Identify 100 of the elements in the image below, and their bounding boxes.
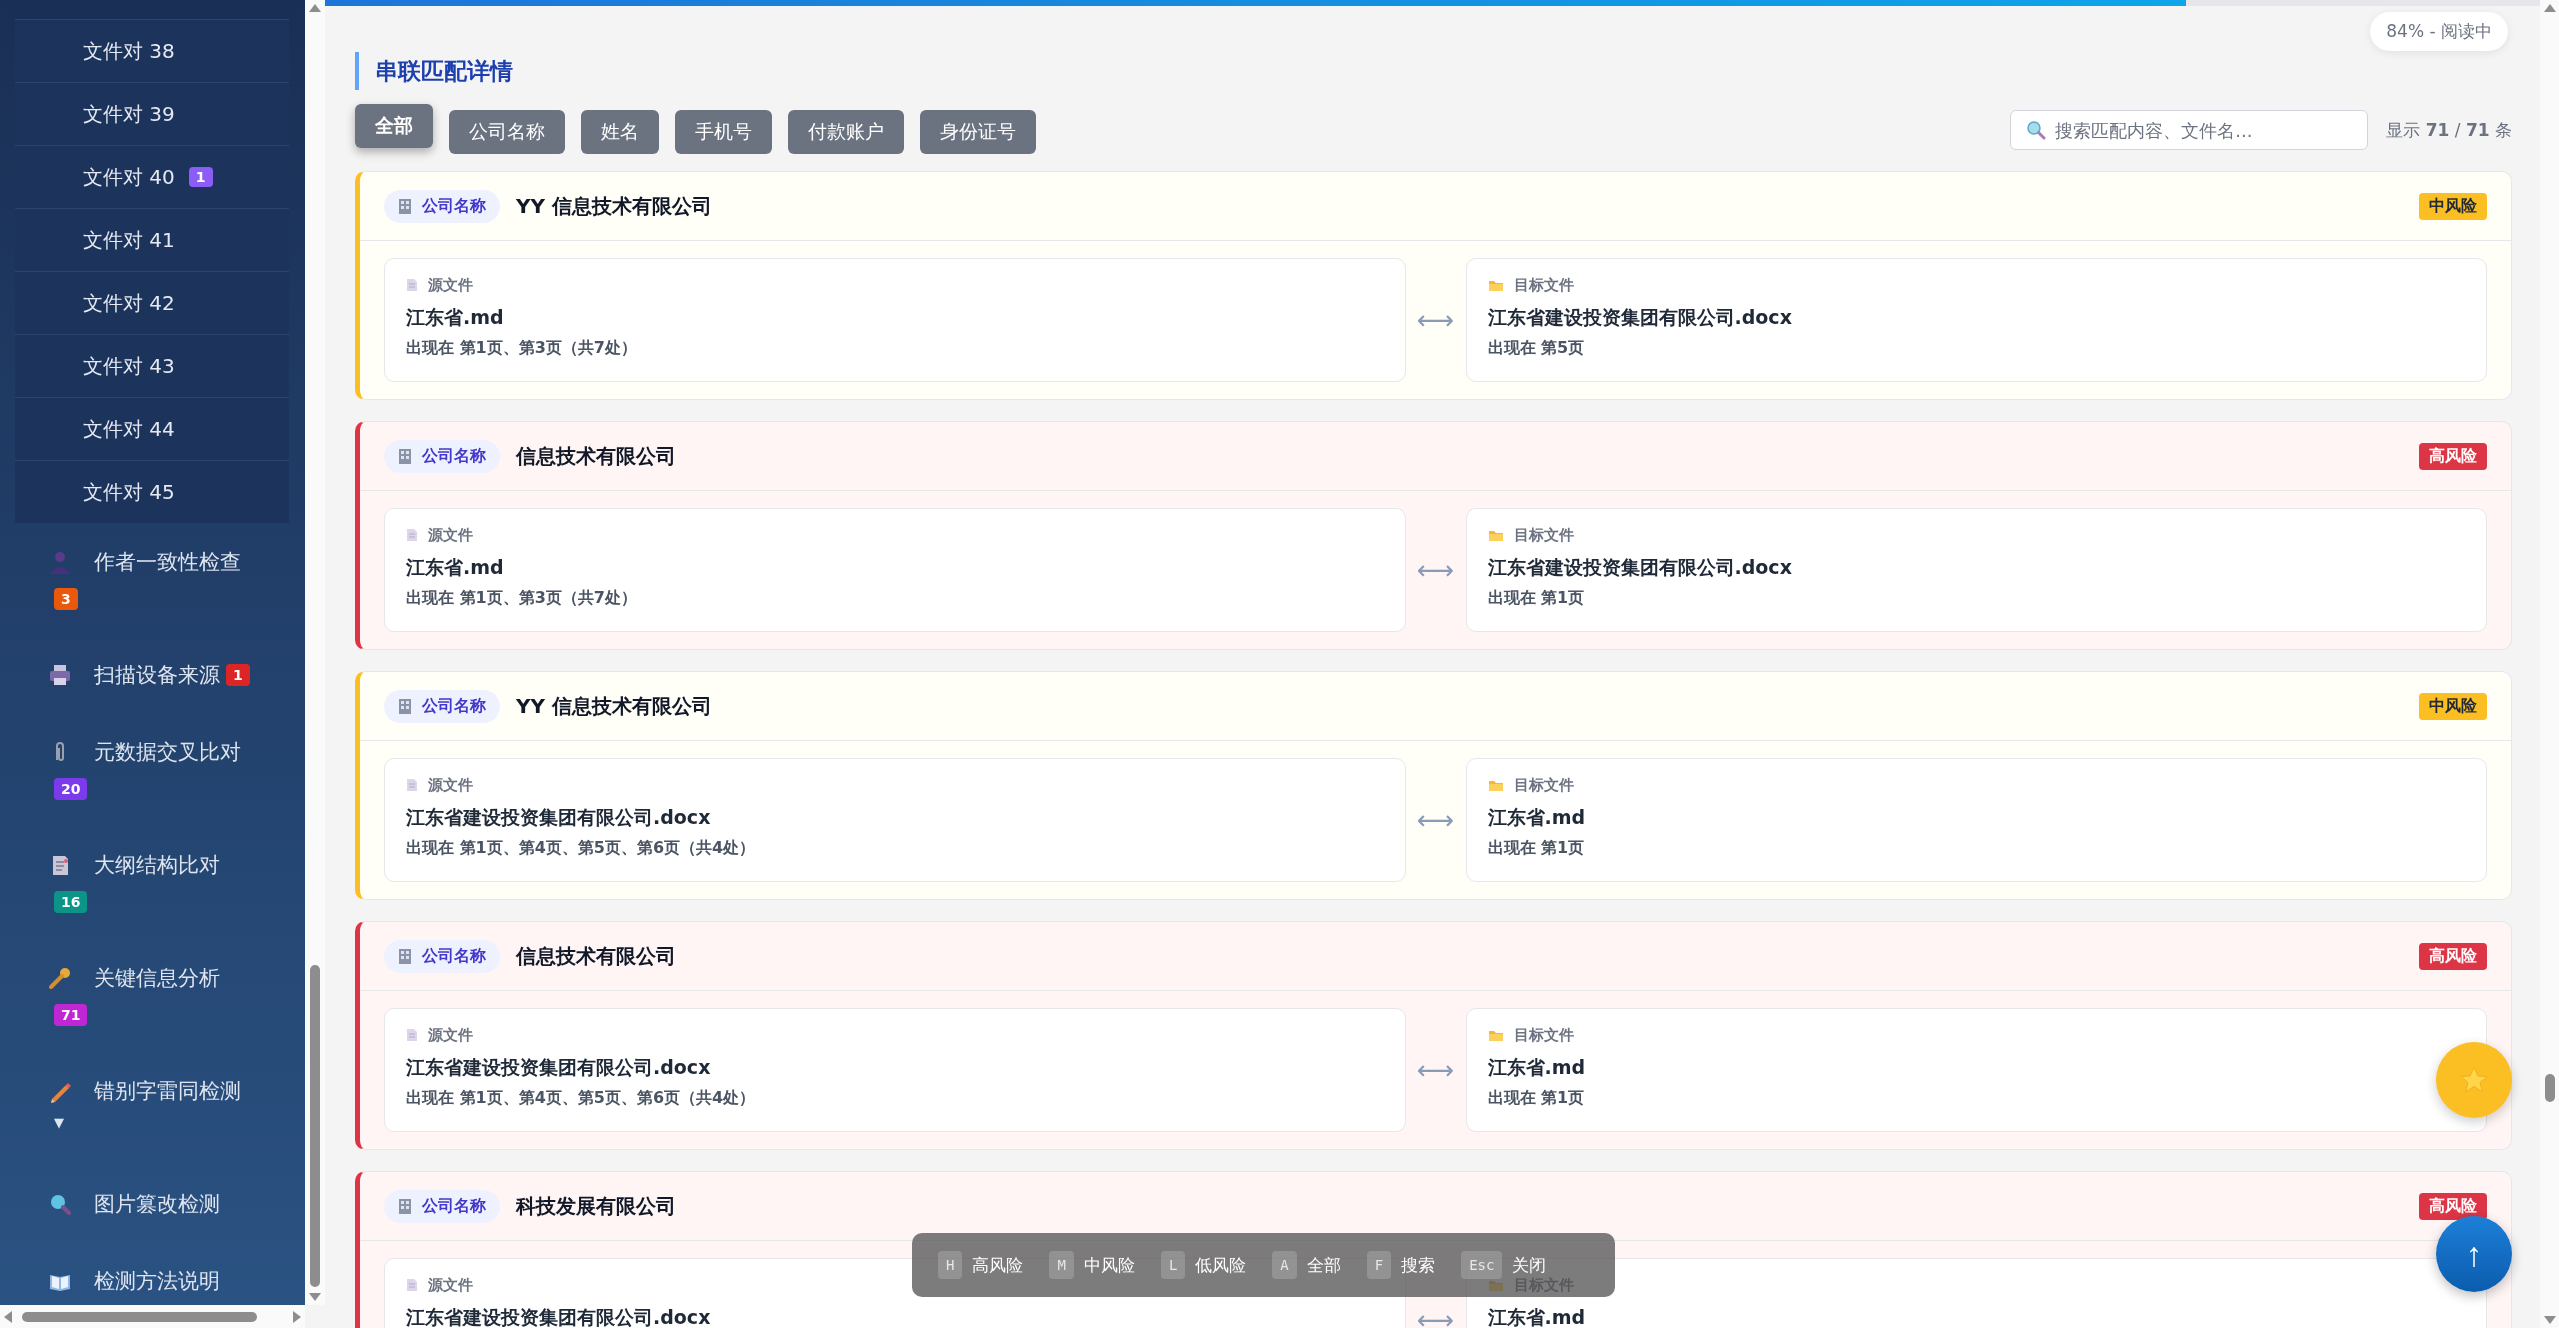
nav-item[interactable]: 元数据交叉比对 20 — [48, 713, 255, 826]
key-icon — [48, 966, 72, 990]
item-label: 关键信息分析 — [94, 966, 220, 990]
folder-icon — [1487, 278, 1504, 292]
item-label: 图片篡改检测 — [94, 1192, 220, 1216]
item-label: 文件对 45 — [83, 478, 175, 506]
item-label: 文件对 44 — [83, 415, 175, 443]
printer-icon — [48, 663, 72, 687]
count-badge: 3 — [54, 588, 78, 610]
key-cap: F — [1366, 1251, 1392, 1279]
count-badge: 1 — [226, 664, 250, 686]
building-icon — [398, 948, 412, 964]
nav-item[interactable]: 图片篡改检测 — [48, 1165, 255, 1242]
file-name: 江东省建设投资集团有限公司.docx — [406, 1305, 712, 1328]
occurrence-text: 出现在 第1页、第3页（共7处） — [406, 587, 638, 609]
nav-item[interactable]: 作者一致性检查 3 — [48, 523, 255, 636]
item-label: 作者一致性检查 — [94, 550, 241, 574]
file-role-label: 源文件 — [428, 525, 473, 545]
file-name: 江东省建设投资集团有限公司.docx — [1487, 555, 1793, 580]
shortcut-label: 全部 — [1306, 1253, 1341, 1277]
section-title: 串联匹配详情 — [355, 52, 2512, 90]
risk-badge: 高风险 — [2419, 442, 2487, 470]
item-label: 检测方法说明 — [94, 1269, 220, 1293]
tag-label: 公司名称 — [422, 695, 486, 717]
filter-tab[interactable]: 手机号 — [675, 110, 772, 154]
nav-item[interactable]: 检测方法说明 — [48, 1242, 255, 1305]
folder-icon — [1487, 1028, 1504, 1042]
count-badge: 71 — [54, 1004, 88, 1026]
match-value: 信息技术有限公司 — [516, 942, 676, 970]
tag-label: 公司名称 — [422, 195, 486, 217]
person-icon — [48, 550, 72, 574]
match-value: YY 信息技术有限公司 — [516, 192, 712, 220]
item-label: 文件对 41 — [83, 226, 175, 254]
file-role-label: 源文件 — [428, 775, 473, 795]
item-label: 文件对 40 — [83, 163, 175, 191]
sidebar-item[interactable]: 文件对 45 — [15, 461, 289, 523]
key-cap: A — [1272, 1251, 1297, 1279]
file-role-label: 目标文件 — [1513, 775, 1574, 795]
count-badge: 16 — [54, 891, 88, 913]
file-name: 江东省.md — [1487, 1305, 1587, 1328]
file-icon — [406, 278, 418, 292]
file-name: 江东省.md — [1487, 1055, 1587, 1080]
file-role-label: 目标文件 — [1513, 525, 1574, 545]
nav-item[interactable]: 大纲结构比对 16 — [48, 826, 255, 939]
scrollbar[interactable] — [2540, 0, 2559, 1328]
result-count: 显示 71 / 71 条 — [2386, 118, 2512, 142]
sidebar-item[interactable]: 文件对 43 — [15, 335, 289, 398]
sidebar-item[interactable]: 文件对 38 — [15, 20, 289, 83]
item-label: 错别字雷同检测 — [94, 1079, 241, 1103]
link-arrow: ⟷ — [1415, 555, 1456, 585]
nav-item[interactable]: 错别字雷同检测 ▼ — [48, 1052, 255, 1165]
file-role-label: 源文件 — [428, 275, 473, 295]
item-label: 元数据交叉比对 — [94, 740, 241, 764]
nav-item[interactable]: 关键信息分析 71 — [48, 939, 255, 1052]
filter-tab[interactable]: 全部 — [355, 104, 433, 148]
sidebar-item[interactable]: 文件对 44 — [15, 398, 289, 461]
occurrence-text: 出现在 第1页、第3页（共7处） — [406, 337, 638, 359]
sidebar-item[interactable]: 文件对 39 — [15, 83, 289, 146]
file-name: 江东省.md — [406, 555, 505, 580]
risk-badge: 高风险 — [2419, 1192, 2487, 1220]
file-name: 江东省.md — [1487, 805, 1587, 830]
magnifier-icon — [48, 1192, 72, 1216]
item-label: 扫描设备来源 — [94, 663, 220, 687]
sidebar-item[interactable]: 文件对 42 — [15, 272, 289, 335]
filter-tab[interactable]: 付款账户 — [788, 110, 904, 154]
star-icon — [2459, 1065, 2489, 1095]
link-arrow: ⟷ — [1415, 1055, 1456, 1085]
filter-tab[interactable]: 公司名称 — [449, 110, 565, 154]
tag-label: 公司名称 — [422, 945, 486, 967]
match-value: YY 信息技术有限公司 — [516, 692, 712, 720]
scrollbar[interactable] — [0, 1305, 305, 1328]
occurrence-text: 出现在 第1页 — [1487, 1087, 1586, 1109]
file-icon — [406, 1278, 418, 1292]
occurrence-text: 出现在 第1页、第4页、第5页、第6页（共4处） — [406, 1087, 757, 1109]
link-arrow: ⟷ — [1415, 1305, 1456, 1328]
item-label: 文件对 38 — [83, 37, 175, 65]
building-icon — [398, 1198, 412, 1214]
nav-item[interactable]: 扫描设备来源 1 — [48, 636, 255, 713]
key-cap: H — [938, 1251, 963, 1279]
occurrence-text: 出现在 第5页 — [1487, 337, 1586, 359]
file-name: 江东省建设投资集团有限公司.docx — [406, 805, 712, 830]
file-role-label: 目标文件 — [1513, 275, 1574, 295]
scrollbar[interactable] — [305, 0, 325, 1305]
building-icon — [398, 198, 412, 214]
occurrence-text: 出现在 第1页 — [1487, 587, 1586, 609]
file-icon — [406, 1028, 418, 1042]
match-value: 科技发展有限公司 — [516, 1192, 676, 1220]
filter-tab[interactable]: 姓名 — [581, 110, 659, 154]
occurrence-text: 出现在 第1页 — [1487, 837, 1586, 859]
caret-icon: ▼ — [54, 1115, 64, 1130]
shortcut-label: 低风险 — [1195, 1253, 1247, 1277]
file-name: 江东省建设投资集团有限公司.docx — [406, 1055, 712, 1080]
link-arrow: ⟷ — [1415, 305, 1456, 335]
building-icon — [398, 448, 412, 464]
search-field[interactable]: 搜索匹配内容、文件名... — [2010, 110, 2369, 150]
risk-badge: 高风险 — [2419, 942, 2487, 970]
shortcut-label: 搜索 — [1401, 1253, 1436, 1277]
filter-tab[interactable]: 身份证号 — [920, 110, 1036, 154]
file-role-label: 源文件 — [428, 1275, 473, 1295]
folder-icon — [1487, 778, 1504, 792]
